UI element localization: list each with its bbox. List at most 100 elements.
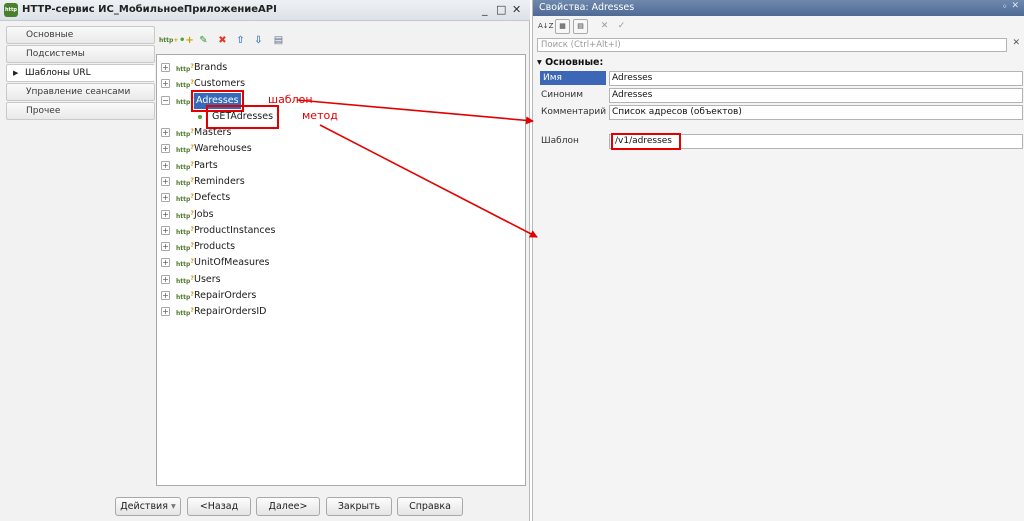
tree-node-label: Jobs: [194, 209, 214, 220]
move-up-icon[interactable]: ⇧: [234, 34, 247, 47]
tree-node-label: Brands: [194, 62, 228, 73]
expand-icon[interactable]: +: [161, 63, 170, 72]
http-icon: http?: [176, 96, 194, 106]
tree-node-label: Customers: [194, 78, 246, 89]
http-icon: http?: [176, 291, 194, 301]
http-icon: http?: [176, 242, 194, 252]
http-icon: http?: [176, 177, 194, 187]
expand-icon[interactable]: +: [161, 161, 170, 170]
dialog-buttons: Действия ▾ <Назад Далее> Закрыть Справка: [0, 494, 530, 521]
properties-panel: Свойства: Adresses ᛜ ✕ A↓Z ▦ ▤ ✕ ✓ Поиск…: [532, 0, 1024, 521]
properties-close-button[interactable]: ✕: [1011, 1, 1019, 11]
tree-node-label: UnitOfMeasures: [194, 257, 270, 268]
synonym-field[interactable]: Adresses: [609, 88, 1023, 103]
nav-item-subsystems[interactable]: Подсистемы: [6, 45, 155, 63]
tree-node-label: RepairOrdersID: [194, 306, 267, 317]
tree-node-label: GETAdresses: [205, 105, 280, 129]
expand-icon[interactable]: +: [161, 79, 170, 88]
add-url-template-icon[interactable]: http+: [159, 34, 178, 47]
pin-icon[interactable]: ᛜ: [1002, 2, 1007, 11]
http-icon: http?: [176, 128, 194, 138]
tree-node-label: Users: [194, 274, 221, 285]
nav-item-label: Шаблоны URL: [25, 68, 91, 78]
http-service-window: http HTTP-сервис ИС_МобильноеПриложениеA…: [0, 0, 530, 521]
close-dialog-button[interactable]: Закрыть: [326, 497, 392, 516]
active-marker-icon: ▶: [13, 69, 19, 77]
http-icon: http?: [176, 193, 194, 203]
group-label: Основные:: [545, 57, 604, 68]
name-field[interactable]: Adresses: [609, 71, 1023, 86]
confirm-icon[interactable]: ✓: [614, 19, 629, 34]
minimize-button[interactable]: _: [482, 3, 488, 17]
template-value: /v1/adresses: [611, 133, 681, 150]
list-icon[interactable]: ▤: [272, 34, 285, 47]
tree-node-label: Parts: [194, 160, 218, 171]
http-icon: http?: [176, 275, 194, 285]
expand-icon[interactable]: +: [161, 177, 170, 186]
properties-group-main[interactable]: ▾ Основные:: [537, 57, 603, 68]
expand-icon[interactable]: +: [161, 210, 170, 219]
template-label: Шаблон: [541, 136, 579, 146]
navigation-panel: Основные Подсистемы ▶ Шаблоны URL Управл…: [4, 26, 155, 521]
tree-node-label: Reminders: [194, 176, 245, 187]
nav-item-label: Прочее: [26, 106, 61, 116]
window-titlebar[interactable]: http HTTP-сервис ИС_МобильноеПриложениеA…: [0, 0, 530, 21]
nav-item-main[interactable]: Основные: [6, 26, 155, 44]
expand-icon[interactable]: +: [161, 258, 170, 267]
cancel-icon[interactable]: ✕: [597, 19, 612, 34]
nav-item-label: Подсистемы: [26, 49, 85, 59]
expand-icon[interactable]: +: [161, 291, 170, 300]
delete-icon[interactable]: ✖: [216, 34, 229, 47]
collapse-icon[interactable]: −: [161, 96, 170, 105]
search-clear-icon[interactable]: ✕: [1012, 38, 1020, 48]
expand-icon[interactable]: +: [161, 275, 170, 284]
properties-toolbar: A↓Z ▦ ▤ ✕ ✓: [533, 16, 1024, 36]
close-button[interactable]: ✕: [512, 3, 521, 17]
http-service-icon: http: [4, 3, 18, 17]
expand-icon[interactable]: +: [161, 307, 170, 316]
http-icon: http?: [176, 226, 194, 236]
properties-search-input[interactable]: Поиск (Ctrl+Alt+I): [537, 38, 1007, 52]
nav-item-other[interactable]: Прочее: [6, 102, 155, 120]
expand-icon[interactable]: +: [161, 226, 170, 235]
comment-field[interactable]: Список адресов (объектов): [609, 105, 1023, 120]
actions-button[interactable]: Действия ▾: [115, 497, 181, 516]
expand-icon[interactable]: +: [161, 144, 170, 153]
tree-node-label: ProductInstances: [194, 225, 276, 236]
http-icon: http?: [176, 258, 194, 268]
http-icon: http?: [176, 161, 194, 171]
next-button[interactable]: Далее>: [256, 497, 320, 516]
tree-node-label: Adresses: [191, 90, 244, 112]
template-field[interactable]: /v1/adresses: [609, 133, 1023, 150]
expand-icon[interactable]: +: [161, 193, 170, 202]
back-button[interactable]: <Назад: [187, 497, 251, 516]
template-annotation: шаблон: [268, 93, 313, 106]
window-title: HTTP-сервис ИС_МобильноеПриложениеAPI: [22, 4, 277, 15]
expand-icon[interactable]: +: [161, 242, 170, 251]
grouped-view-icon[interactable]: ▤: [573, 19, 588, 34]
properties-title: Свойства: Adresses: [539, 2, 635, 13]
help-button[interactable]: Справка: [397, 497, 463, 516]
edit-icon[interactable]: ✎: [197, 34, 210, 47]
nav-item-session-management[interactable]: Управление сеансами: [6, 83, 155, 101]
maximize-button[interactable]: □: [496, 3, 506, 17]
http-icon: http?: [176, 63, 194, 73]
dropdown-arrow-icon: ▾: [170, 501, 176, 512]
actions-label: Действия: [120, 501, 168, 512]
method-icon: [198, 115, 202, 119]
add-method-icon[interactable]: •+: [179, 34, 194, 47]
sort-alphabetical-icon[interactable]: A↓Z: [537, 19, 553, 34]
move-down-icon[interactable]: ⇩: [252, 34, 265, 47]
expand-icon[interactable]: +: [161, 128, 170, 137]
tree-node-label: Defects: [194, 192, 231, 203]
name-label: Имя: [540, 71, 606, 85]
collapse-group-icon: ▾: [537, 57, 542, 68]
url-template-tree[interactable]: + http? Brands + http? Customers − http?…: [156, 54, 526, 486]
categorized-view-icon[interactable]: ▦: [555, 19, 570, 34]
synonym-label: Синоним: [541, 90, 584, 100]
nav-item-url-templates[interactable]: ▶ Шаблоны URL: [6, 64, 155, 82]
http-icon: http?: [176, 307, 194, 317]
comment-label: Комментарий: [541, 107, 607, 117]
http-icon: http?: [176, 144, 194, 154]
http-icon: http?: [176, 79, 194, 89]
